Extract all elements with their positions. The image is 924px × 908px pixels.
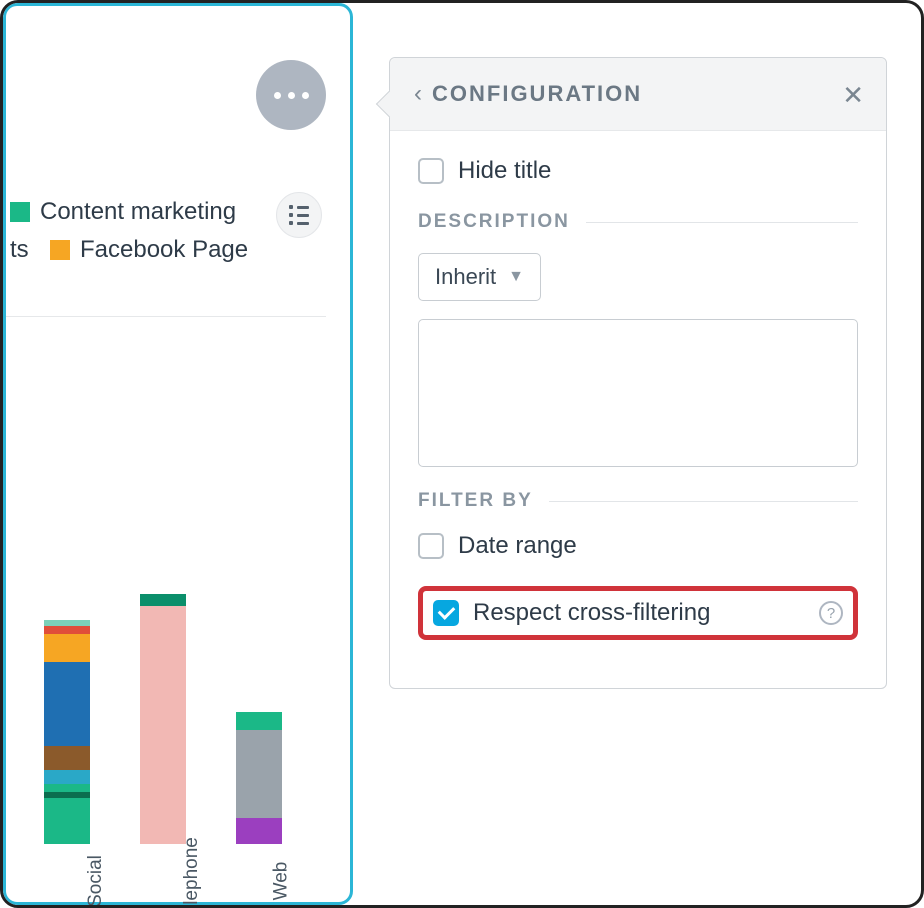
- configuration-panel: ‹ CONFIGURATION ✕ Hide title DESCRIPTION…: [389, 57, 887, 689]
- bar-segment: [44, 626, 90, 634]
- bar-segment: [140, 594, 186, 606]
- description-mode-select[interactable]: Inherit ▼: [418, 253, 541, 301]
- list-icon: [289, 205, 309, 225]
- bar-segment: [236, 712, 282, 730]
- section-title: DESCRIPTION: [418, 211, 570, 233]
- bar-segment: [44, 662, 90, 746]
- checkbox-label: Hide title: [458, 157, 551, 185]
- checkbox-label: Respect cross-filtering: [473, 599, 710, 627]
- x-axis-label: Web: [270, 862, 292, 901]
- x-axis-label: Telephone: [181, 837, 203, 908]
- panel-title: CONFIGURATION: [432, 81, 642, 107]
- back-chevron-icon[interactable]: ‹: [414, 80, 422, 108]
- legend-label: Content marketing: [40, 198, 236, 226]
- x-axis-label: Social: [85, 855, 107, 907]
- dot-icon: [302, 92, 309, 99]
- filter-by-section: FILTER BY Date range Respect cross-filte…: [418, 490, 858, 640]
- description-textarea[interactable]: [418, 319, 858, 467]
- select-value: Inherit: [435, 264, 496, 290]
- hide-title-option[interactable]: Hide title: [418, 157, 858, 185]
- x-axis-labels: Social Telephone Web: [40, 742, 340, 892]
- help-icon[interactable]: ?: [819, 601, 843, 625]
- panel-header: ‹ CONFIGURATION ✕: [390, 58, 886, 131]
- chevron-down-icon: ▼: [508, 268, 524, 286]
- bar-segment: [44, 634, 90, 662]
- legend-swatch-icon: [10, 202, 30, 222]
- section-title: FILTER BY: [418, 490, 533, 512]
- legend-toggle-button[interactable]: [276, 192, 322, 238]
- checkbox-icon[interactable]: [433, 600, 459, 626]
- divider: [6, 316, 326, 317]
- app-frame: Content marketing ts Facebook Page Socia…: [0, 0, 924, 908]
- respect-cross-filtering-highlight: Respect cross-filtering ?: [418, 586, 858, 640]
- panel-body: Hide title DESCRIPTION Inherit ▼ FILTER …: [390, 131, 886, 688]
- divider: [586, 222, 858, 223]
- close-icon[interactable]: ✕: [842, 80, 864, 111]
- checkbox-label: Date range: [458, 532, 577, 560]
- dot-icon: [274, 92, 281, 99]
- chart-legend: Content marketing ts Facebook Page: [10, 198, 248, 264]
- chart-widget-card[interactable]: Content marketing ts Facebook Page Socia…: [3, 3, 353, 905]
- divider: [549, 501, 858, 502]
- checkbox-icon[interactable]: [418, 158, 444, 184]
- legend-item[interactable]: Content marketing: [10, 198, 248, 226]
- legend-label: Facebook Page: [80, 236, 248, 264]
- description-section: DESCRIPTION Inherit ▼: [418, 211, 858, 472]
- more-options-button[interactable]: [256, 60, 326, 130]
- date-range-option[interactable]: Date range: [418, 532, 858, 560]
- checkbox-icon[interactable]: [418, 533, 444, 559]
- legend-label-truncated: ts: [10, 236, 40, 264]
- legend-swatch-icon: [50, 240, 70, 260]
- dot-icon: [288, 92, 295, 99]
- legend-item[interactable]: ts Facebook Page: [10, 236, 248, 264]
